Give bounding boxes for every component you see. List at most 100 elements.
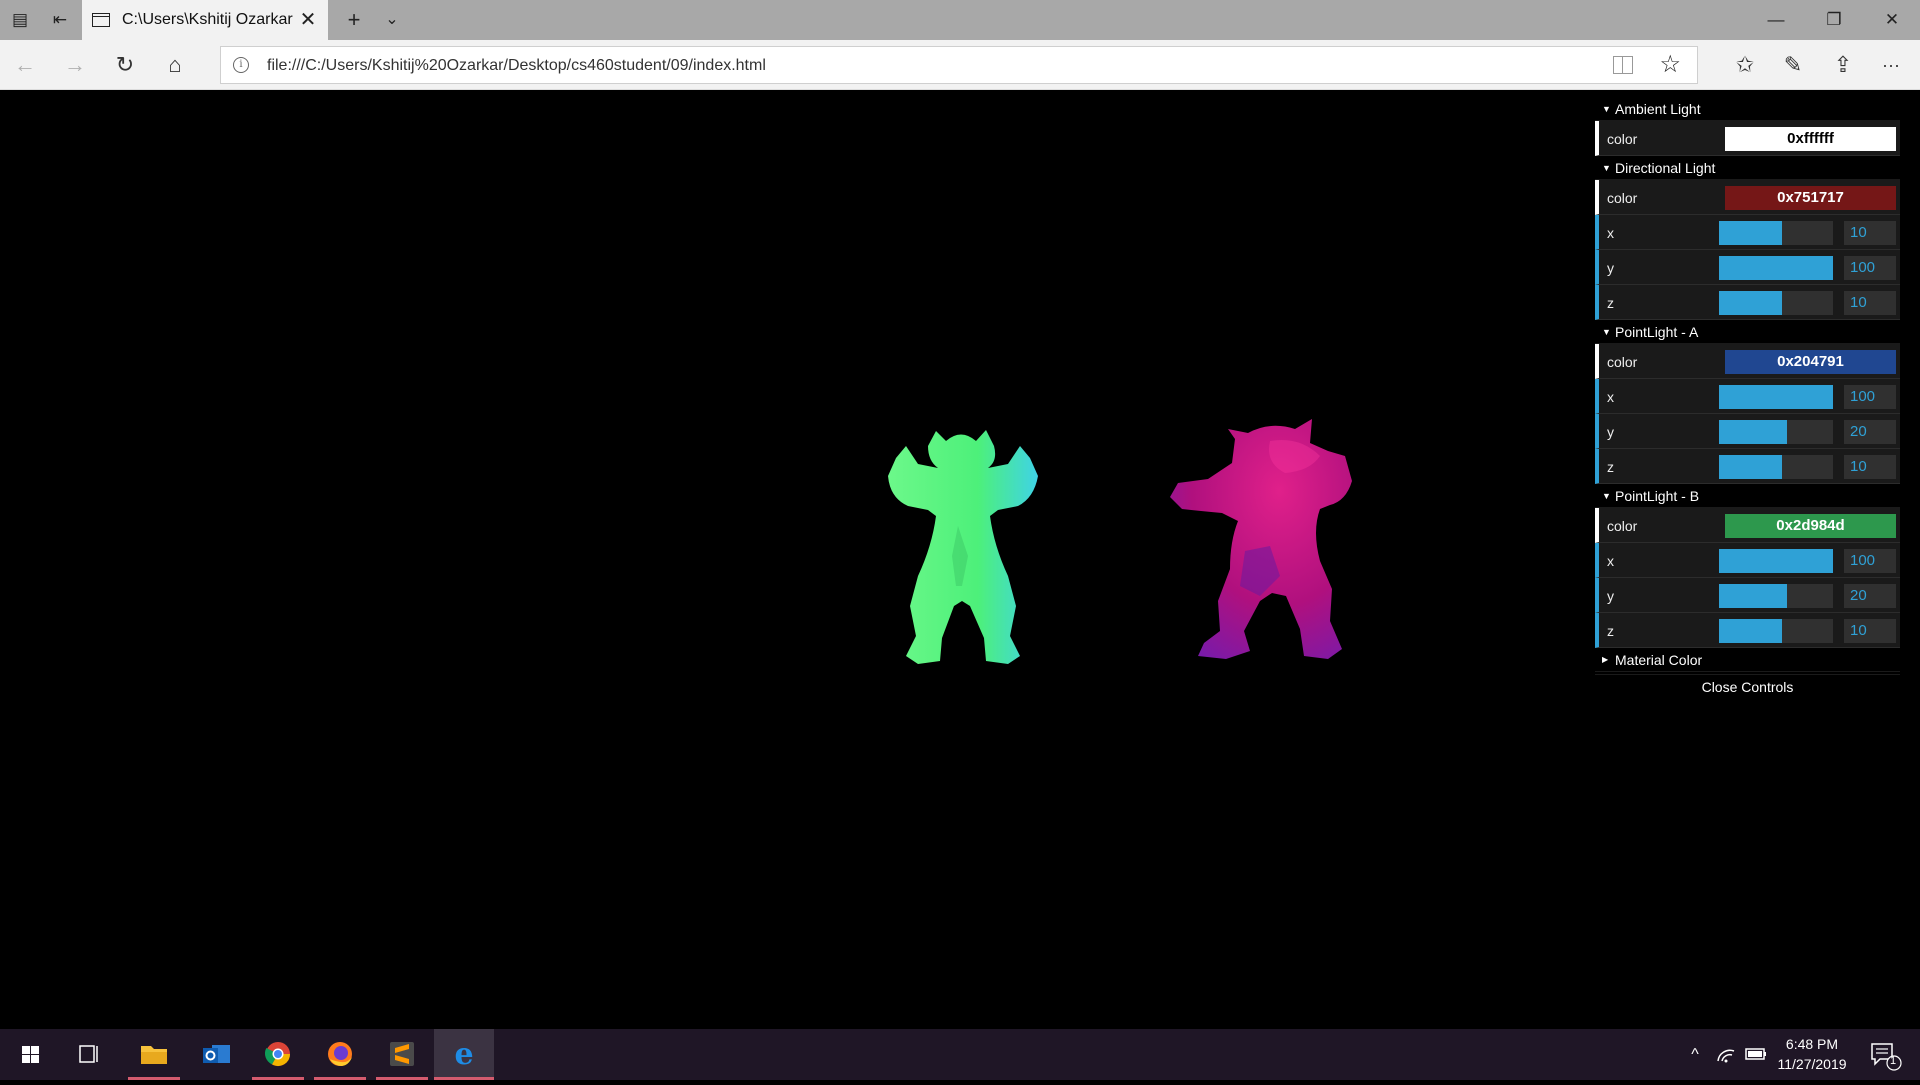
pointlight-a-z-row: z 10 [1595,449,1900,484]
pointlight-a-x-slider[interactable] [1719,385,1833,409]
directional-x-slider[interactable] [1719,221,1833,245]
battery-glyph [1745,1048,1766,1060]
action-center-icon[interactable]: 1 [1860,1029,1908,1080]
pointlight-b-z-slider[interactable] [1719,619,1833,643]
control-label: color [1607,131,1638,147]
tab-menu-icon[interactable]: ⌄ [380,8,404,32]
control-label: z [1607,295,1614,311]
control-label: z [1607,623,1614,639]
directional-y-slider[interactable] [1719,256,1833,280]
clock[interactable]: 6:48 PM 11/27/2019 [1774,1029,1850,1080]
pointlight-a-z-slider[interactable] [1719,455,1833,479]
folder-open-arrow-icon: ▼ [1602,491,1611,501]
slider-fill [1719,619,1782,643]
folder-closed-arrow-icon: ▶ [1602,655,1609,664]
slider-fill [1719,549,1833,573]
pointlight-a-z-input[interactable]: 10 [1844,455,1896,479]
home-button[interactable]: ⌂ [160,50,190,80]
pointlight-a-y-row: y 20 [1595,414,1900,449]
pointlight-a-x-input[interactable]: 100 [1844,385,1896,409]
folder-title-label: Ambient Light [1615,101,1701,117]
directional-color-picker[interactable]: 0x751717 [1725,186,1896,210]
directional-color-row: color 0x751717 [1595,180,1900,215]
folder-title-label: PointLight - A [1615,324,1699,340]
pointlight-b-z-input[interactable]: 10 [1844,619,1896,643]
control-label: x [1607,225,1614,241]
taskbar-firefox[interactable] [314,1029,366,1080]
pointlight-b-y-input[interactable]: 20 [1844,584,1896,608]
pointlight-b-color-picker[interactable]: 0x2d984d [1725,514,1896,538]
pointlight-a-y-slider[interactable] [1719,420,1833,444]
directional-z-input[interactable]: 10 [1844,291,1896,315]
minimize-button[interactable]: — [1748,0,1804,40]
clock-time: 6:48 PM [1785,1036,1839,1052]
folder-directional-light[interactable]: ▼ Directional Light [1595,156,1900,180]
set-aside-tabs-icon[interactable]: ⇤ [48,8,72,32]
svg-text:e: e [454,1037,473,1072]
task-view-button[interactable] [62,1029,114,1080]
close-window-button[interactable]: ✕ [1864,0,1920,40]
maximize-button[interactable]: ❐ [1806,0,1862,40]
battery-icon[interactable] [1742,1029,1770,1080]
folder-icon [141,1046,167,1064]
folder-open-arrow-icon: ▼ [1602,104,1611,114]
pointlight-b-x-slider[interactable] [1719,549,1833,573]
new-tab-button[interactable]: + [342,8,366,32]
close-controls-button[interactable]: Close Controls [1595,674,1900,698]
chrome-icon [264,1042,290,1067]
tab-active[interactable]: C:\Users\Kshitij Ozarkar ✕ [82,0,328,40]
network-icon[interactable] [1712,1029,1740,1080]
directional-x-row: x 10 [1595,215,1900,250]
edge-icon: e [454,1037,473,1072]
folder-title-label: Directional Light [1615,160,1716,176]
directional-z-row: z 10 [1595,285,1900,320]
url-text[interactable]: file:///C:/Users/Kshitij%20Ozarkar/Deskt… [267,57,766,75]
site-info-icon[interactable]: i [233,57,249,73]
folder-pointlight-a[interactable]: ▼ PointLight - A [1595,320,1900,344]
folder-ambient-light[interactable]: ▼ Ambient Light [1595,97,1900,121]
slider-fill [1719,455,1782,479]
tab-close-icon[interactable]: ✕ [296,8,320,32]
folder-open-arrow-icon: ▼ [1602,163,1611,173]
folder-pointlight-b[interactable]: ▼ PointLight - B [1595,484,1900,508]
folder-material-color[interactable]: ▶ Material Color [1595,648,1900,672]
pointlight-b-x-input[interactable]: 100 [1844,549,1896,573]
back-button[interactable]: ← [10,50,40,80]
firefox-icon [328,1042,352,1066]
favorites-hub-icon[interactable]: ✩ [1730,50,1760,80]
pointlight-b-y-slider[interactable] [1719,584,1833,608]
slider-fill [1719,291,1782,315]
refresh-button[interactable]: ↻ [110,50,140,80]
forward-button[interactable]: → [60,50,90,80]
taskbar-sublime-text[interactable] [376,1029,428,1080]
green-armadillo-model [888,430,1038,664]
ambient-color-picker[interactable]: 0xffffff [1725,127,1896,151]
address-bar[interactable]: i file:///C:/Users/Kshitij%20Ozarkar/Des… [220,46,1698,84]
control-label: x [1607,389,1614,405]
add-favorite-icon[interactable]: ☆ [1659,51,1681,79]
tab-actions-icon[interactable]: ▤ [8,8,32,32]
pointlight-b-color-row: color 0x2d984d [1595,508,1900,543]
start-button[interactable] [4,1029,56,1080]
slider-fill [1719,420,1788,444]
taskbar-edge[interactable]: e [434,1029,494,1080]
control-label: x [1607,553,1614,569]
taskbar-chrome[interactable] [252,1029,304,1080]
share-icon[interactable]: ⇪ [1828,50,1858,80]
taskbar-outlook[interactable] [190,1029,242,1080]
reading-view-icon[interactable] [1613,56,1633,74]
directional-z-slider[interactable] [1719,291,1833,315]
slider-fill [1719,256,1833,280]
web-notes-icon[interactable]: ✎ [1778,50,1808,80]
show-hidden-icons-icon[interactable]: ^ [1680,1029,1710,1080]
pointlight-a-color-picker[interactable]: 0x204791 [1725,350,1896,374]
directional-y-input[interactable]: 100 [1844,256,1896,280]
taskbar-file-explorer[interactable] [128,1029,180,1080]
more-menu-icon[interactable]: ··· [1876,50,1906,80]
ambient-color-row: color 0xffffff [1595,121,1900,156]
task-view-icon [79,1045,98,1063]
windows-logo-icon [22,1046,39,1063]
pointlight-a-y-input[interactable]: 20 [1844,420,1896,444]
directional-x-input[interactable]: 10 [1844,221,1896,245]
windows-taskbar: e ^ 6:48 PM 11/27/2019 1 [0,1029,1920,1080]
